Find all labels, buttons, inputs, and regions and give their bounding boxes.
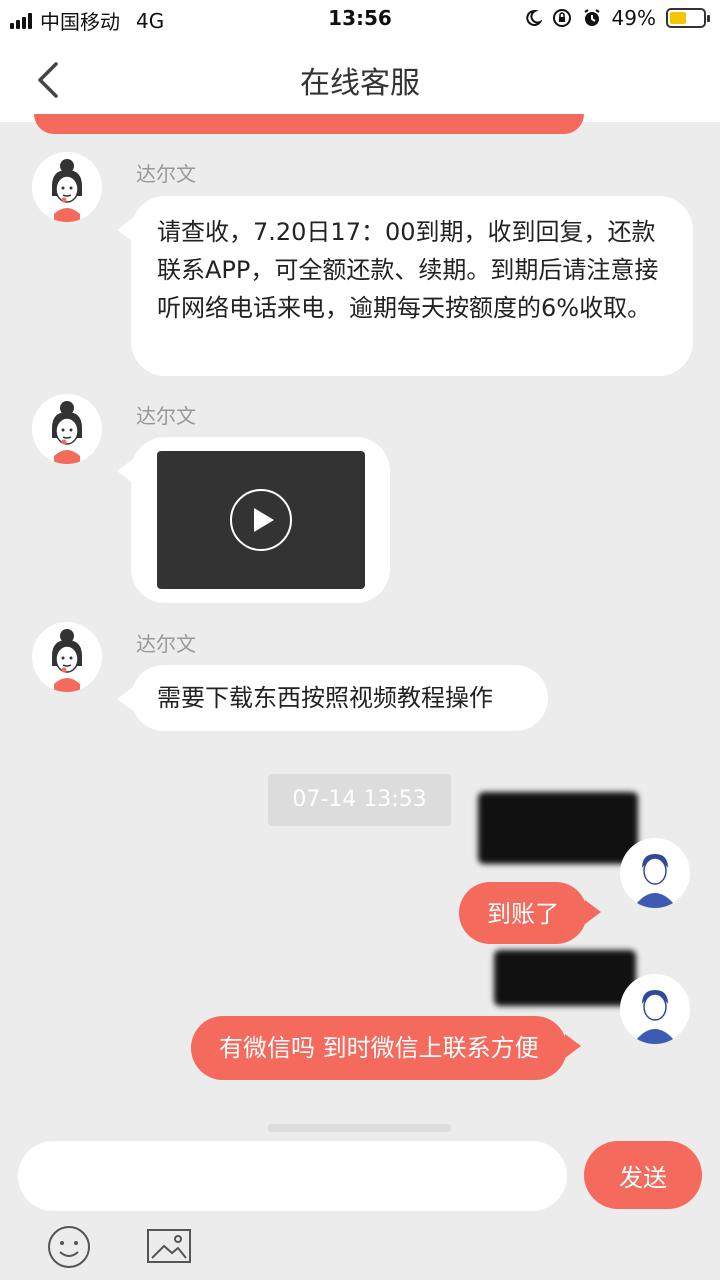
message-text: 到账了 <box>487 900 559 928</box>
user-message-bubble[interactable]: 到账了 <box>459 882 601 944</box>
agent-avatar-icon <box>52 159 82 222</box>
message-text: 需要下载东西按照视频教程操作 <box>157 684 493 712</box>
redacted-username <box>478 792 638 864</box>
user-avatar-icon <box>636 990 674 1044</box>
page-title: 在线客服 <box>300 66 420 101</box>
message-bubble[interactable]: 需要下载东西按照视频教程操作 <box>117 665 548 731</box>
agent-avatar-icon <box>52 629 82 692</box>
message-text: 请查收，7.20日17：00到期，收到回复，还款联系APP，可全额还款、续期。到… <box>157 218 659 322</box>
battery-percent: 49% <box>611 6 656 30</box>
user-avatar[interactable] <box>620 838 690 908</box>
redacted-username <box>494 950 636 1006</box>
user-avatar[interactable] <box>620 974 690 1044</box>
sender-name: 达尔文 <box>136 404 196 428</box>
sender-name: 达尔文 <box>136 162 196 186</box>
battery-fill <box>670 12 686 24</box>
header: 在线客服 <box>0 38 720 122</box>
alarm-icon <box>583 9 600 26</box>
message-text: 有微信吗 到时微信上联系方便 <box>219 1034 539 1062</box>
video-thumbnail[interactable] <box>157 451 365 589</box>
image-button[interactable] <box>146 1226 192 1266</box>
image-icon <box>147 1229 191 1263</box>
moon-icon <box>525 9 542 26</box>
user-avatar-icon <box>636 854 674 908</box>
previous-message-bubble[interactable] <box>34 114 584 134</box>
timestamp: 07-14 13:53 <box>268 774 451 826</box>
message-bubble[interactable]: 请查收，7.20日17：00到期，收到回复，还款联系APP，可全额还款、续期。到… <box>117 196 693 376</box>
sender-name: 达尔文 <box>136 632 196 656</box>
agent-avatar[interactable] <box>32 152 102 222</box>
user-message-bubble[interactable]: 有微信吗 到时微信上联系方便 <box>191 1016 581 1080</box>
send-button[interactable]: 发送 <box>584 1141 702 1209</box>
battery-icon <box>666 8 710 28</box>
emoji-icon <box>48 1226 90 1268</box>
agent-avatar[interactable] <box>32 622 102 692</box>
rotation-lock-icon <box>552 9 571 27</box>
emoji-button[interactable] <box>46 1224 92 1270</box>
scroll-indicator <box>268 1124 451 1132</box>
video-message-bubble[interactable] <box>117 437 390 603</box>
agent-avatar-icon <box>52 401 82 464</box>
play-icon[interactable] <box>230 489 292 551</box>
agent-avatar[interactable] <box>32 394 102 464</box>
message-input[interactable] <box>18 1141 567 1211</box>
status-bar: 中国移动 4G 13:56 49% <box>0 0 720 38</box>
